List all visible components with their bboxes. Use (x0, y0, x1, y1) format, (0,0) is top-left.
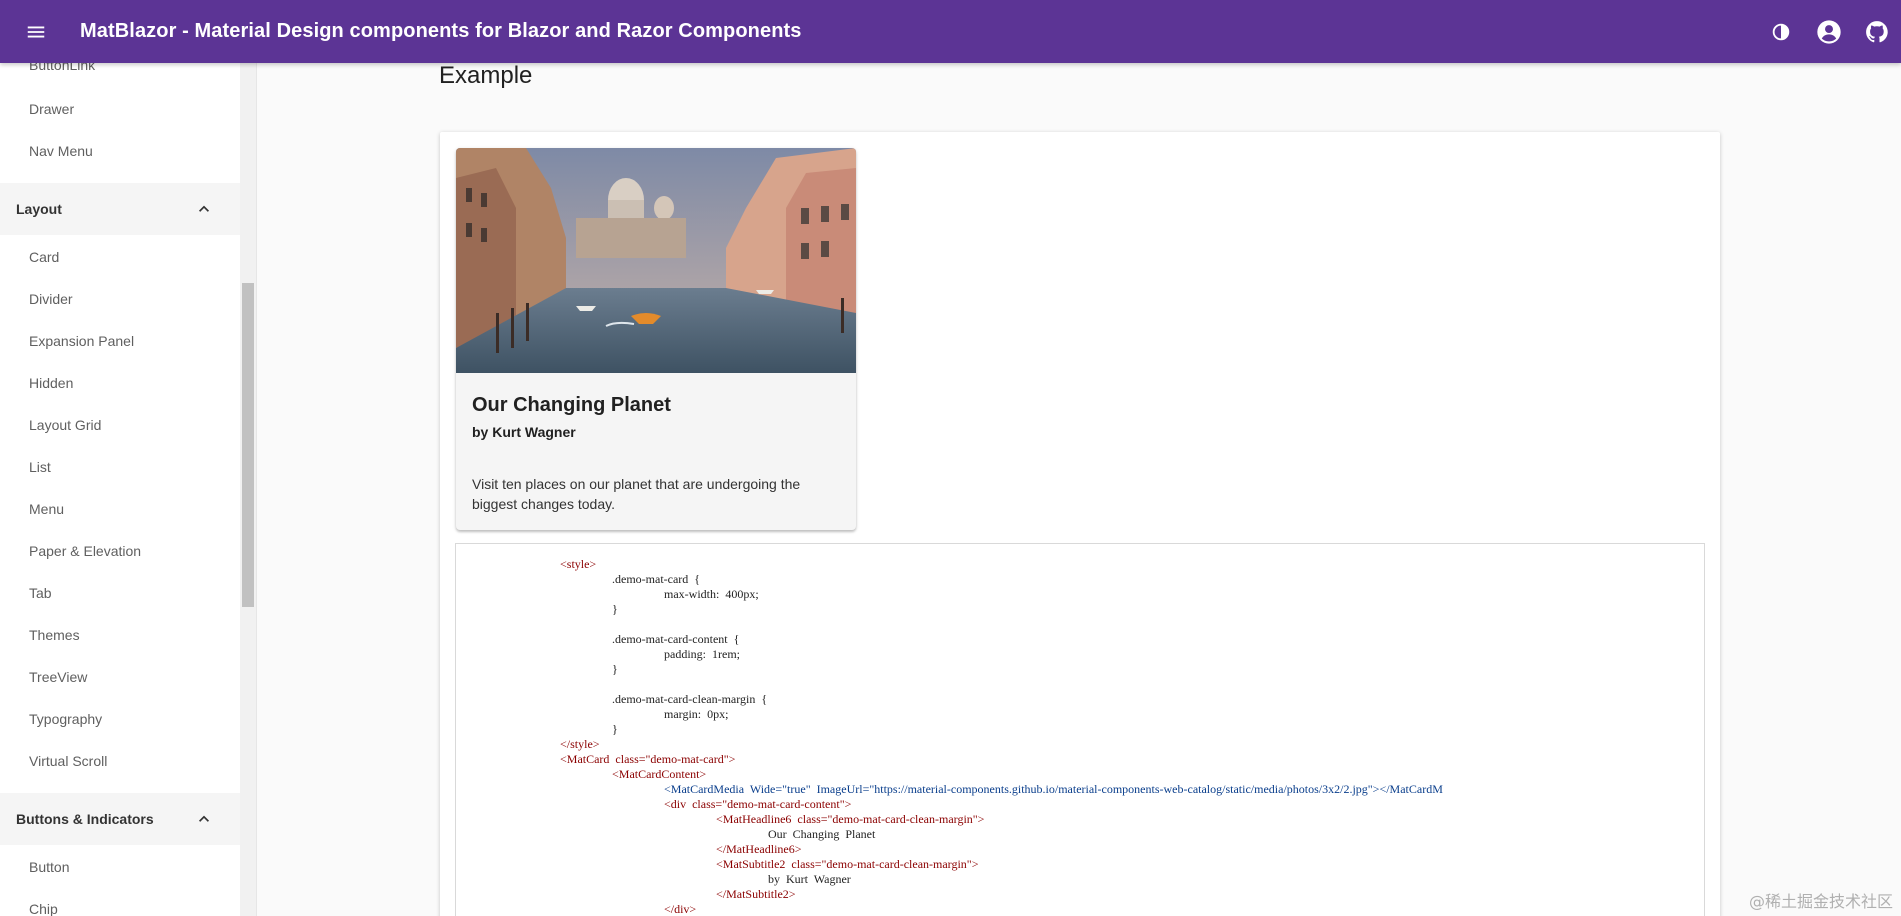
sidebar-item-expansion-panel[interactable]: Expansion Panel (29, 333, 134, 349)
card-media-image (456, 148, 856, 373)
code-block: <style> .demo-mat-card { max-width: 400p… (455, 543, 1705, 916)
sidebar-item-virtual-scroll[interactable]: Virtual Scroll (29, 753, 107, 769)
sidebar-item-layout-grid[interactable]: Layout Grid (29, 417, 101, 433)
github-button[interactable] (1853, 8, 1901, 56)
github-icon (1866, 20, 1888, 42)
card-body-text: Visit ten places on our planet that are … (472, 476, 801, 512)
code-line: } (612, 662, 618, 676)
menu-icon (27, 26, 45, 37)
sidebar-item-buttonlink[interactable]: ButtonLink (29, 63, 95, 73)
card-headline: Our Changing Planet (472, 394, 671, 416)
code-line: <MatCardContent> (612, 767, 707, 781)
sidebar-item-hidden[interactable]: Hidden (29, 375, 73, 391)
code-line: Our Changing Planet (768, 827, 876, 841)
sidebar-item-card[interactable]: Card (29, 249, 59, 265)
sidebar-item-nav-menu[interactable]: Nav Menu (29, 143, 93, 159)
chevron-up-icon (199, 205, 209, 212)
sidebar-item-treeview[interactable]: TreeView (29, 669, 87, 685)
theme-toggle-button[interactable] (1757, 8, 1805, 56)
code-line: max-width: 400px; (664, 587, 759, 601)
sidebar-item-button[interactable]: Button (29, 859, 69, 875)
section-title: Example (439, 62, 533, 89)
code-line: <style> (560, 557, 597, 571)
code-line: } (612, 722, 618, 736)
sidebar-scrollbar-thumb[interactable] (242, 283, 254, 607)
code-line: </style> (560, 737, 600, 751)
sidebar-item-typography[interactable]: Typography (29, 711, 102, 727)
code-line: </div> (664, 902, 697, 916)
account-icon (1817, 19, 1841, 44)
sidebar-item-list[interactable]: List (29, 459, 51, 475)
code-line: by Kurt Wagner (768, 872, 851, 886)
code-line: <MatCard class="demo-mat-card"> (560, 752, 736, 766)
sidebar-group-buttons-indicators[interactable]: Buttons & Indicators (0, 793, 240, 845)
code-line: .demo-mat-card-clean-margin { (612, 692, 768, 706)
menu-button[interactable] (16, 12, 56, 52)
content-divider (256, 63, 257, 916)
sidebar-item-chip[interactable]: Chip (29, 901, 58, 916)
sidebar-item-menu[interactable]: Menu (29, 501, 64, 517)
app-title: MatBlazor - Material Design components f… (80, 20, 802, 42)
sidebar-group-label: Buttons & Indicators (16, 811, 154, 827)
code-line: .demo-mat-card { (612, 572, 701, 586)
contrast-icon (1772, 23, 1790, 40)
code-line: <MatCardMedia Wide="true" ImageUrl="http… (664, 782, 1443, 796)
chevron-up-icon (199, 815, 209, 822)
demo-card: Our Changing Planet by Kurt Wagner Visit… (456, 148, 856, 530)
watermark: @稀土掘金技术社区 (1748, 892, 1893, 911)
sidebar-item-divider[interactable]: Divider (29, 291, 73, 307)
sidebar-nav: ButtonLink Drawer Nav Menu Layout Card D… (0, 63, 240, 916)
top-app-bar: MatBlazor - Material Design components f… (0, 0, 1901, 63)
code-line: <MatHeadline6 class="demo-mat-card-clean… (716, 812, 985, 826)
sidebar-item-themes[interactable]: Themes (29, 627, 80, 643)
sidebar-item-drawer[interactable]: Drawer (29, 101, 74, 117)
sidebar-group-layout[interactable]: Layout (0, 183, 240, 235)
code-line: </MatHeadline6> (716, 842, 802, 856)
card-subtitle: by Kurt Wagner (472, 424, 576, 440)
code-line: <MatSubtitle2 class="demo-mat-card-clean… (716, 857, 979, 871)
sidebar-item-tab[interactable]: Tab (29, 585, 52, 601)
code-line: </MatSubtitle2> (716, 887, 796, 901)
code-line: padding: 1rem; (664, 647, 740, 661)
sidebar-item-paper-elevation[interactable]: Paper & Elevation (29, 543, 141, 559)
sidebar-group-label: Layout (16, 201, 62, 217)
account-button[interactable] (1805, 8, 1853, 56)
code-line: margin: 0px; (664, 707, 729, 721)
code-line: .demo-mat-card-content { (612, 632, 740, 646)
code-line: <div class="demo-mat-card-content"> (664, 797, 852, 811)
code-line: } (612, 602, 618, 616)
